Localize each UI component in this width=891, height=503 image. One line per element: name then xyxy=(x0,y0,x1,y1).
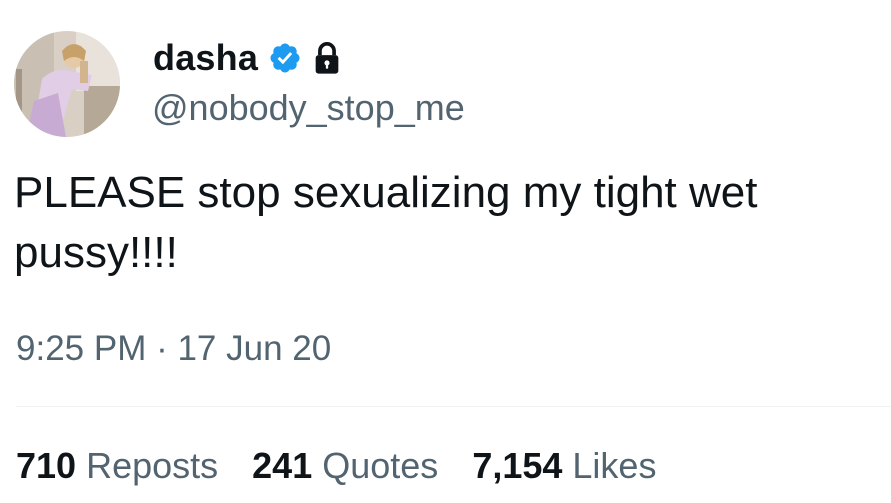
likes-stat[interactable]: 7,154 Likes xyxy=(472,444,656,488)
user-handle[interactable]: @nobody_stop_me xyxy=(152,86,465,130)
tweet-card: dasha @nobody_stop_me PLEASE stop sexual… xyxy=(0,0,891,503)
verified-badge-icon[interactable] xyxy=(268,41,302,75)
avatar-image xyxy=(14,31,120,137)
quotes-label: Quotes xyxy=(322,445,439,486)
reposts-stat[interactable]: 710 Reposts xyxy=(16,444,218,488)
reposts-label: Reposts xyxy=(86,445,219,486)
divider xyxy=(16,406,891,407)
engagement-stats: 710 Reposts 241 Quotes 7,154 Likes xyxy=(16,444,690,488)
tweet-timestamp[interactable]: 9:25 PM · 17 Jun 20 xyxy=(16,327,331,371)
lock-icon xyxy=(312,41,342,75)
quotes-stat[interactable]: 241 Quotes xyxy=(252,444,438,488)
avatar[interactable] xyxy=(14,31,120,137)
likes-label: Likes xyxy=(572,445,657,486)
tweet-text: PLEASE stop sexualizing my tight wet pus… xyxy=(14,168,758,277)
likes-count: 7,154 xyxy=(472,445,563,486)
quotes-count: 241 xyxy=(252,445,313,486)
name-row: dasha xyxy=(153,36,342,80)
reposts-count: 710 xyxy=(16,445,77,486)
display-name[interactable]: dasha xyxy=(153,36,258,80)
